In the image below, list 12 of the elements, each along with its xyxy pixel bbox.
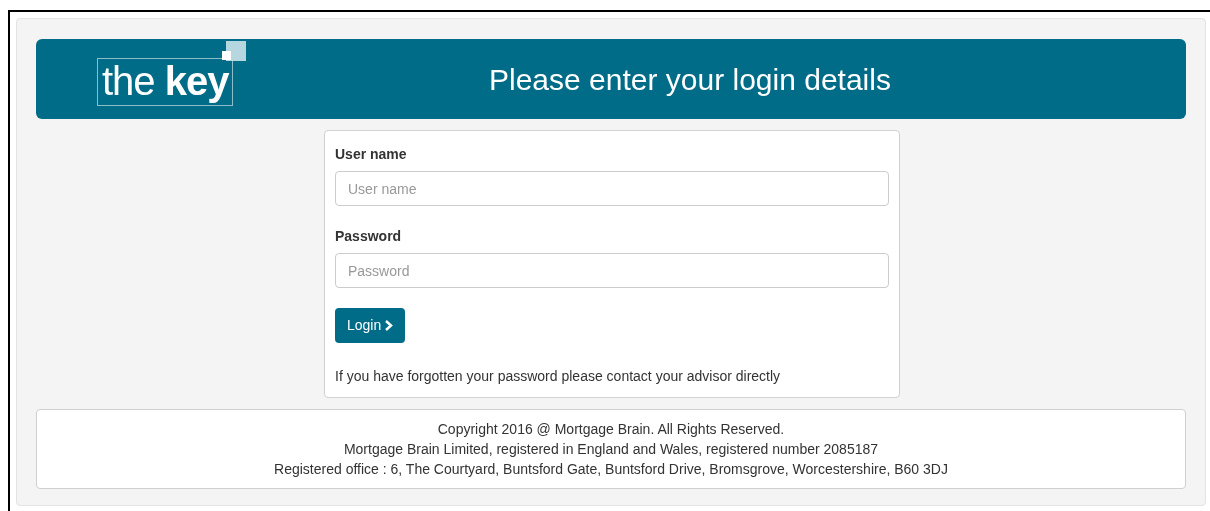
footer-text: Mortgage Brain Limited, registered in England and Wales, registered number 2085187 bbox=[343, 440, 879, 459]
login-button[interactable]: Login bbox=[335, 308, 406, 343]
input-field[interactable]: Password bbox=[335, 253, 889, 288]
page-title: Please enter your login details bbox=[489, 65, 891, 95]
input-field[interactable]: User name bbox=[335, 171, 889, 206]
footer-text: Registered office : 6, The Courtyard, Buntsford Gate, Buntsford Drive, Bromsgrove, Worcestershire, B60 3DJ bbox=[274, 460, 948, 479]
field-label: User name bbox=[335, 145, 408, 164]
logo: the key bbox=[97, 58, 234, 106]
footer-text: Copyright 2016 @ Mortgage Brain. All Rights Reserved. bbox=[437, 420, 785, 439]
field-label: Password bbox=[335, 227, 403, 246]
help-text: If you have forgotten your password please contact your advisor directly bbox=[335, 367, 782, 386]
chevron-right-icon bbox=[385, 320, 394, 331]
